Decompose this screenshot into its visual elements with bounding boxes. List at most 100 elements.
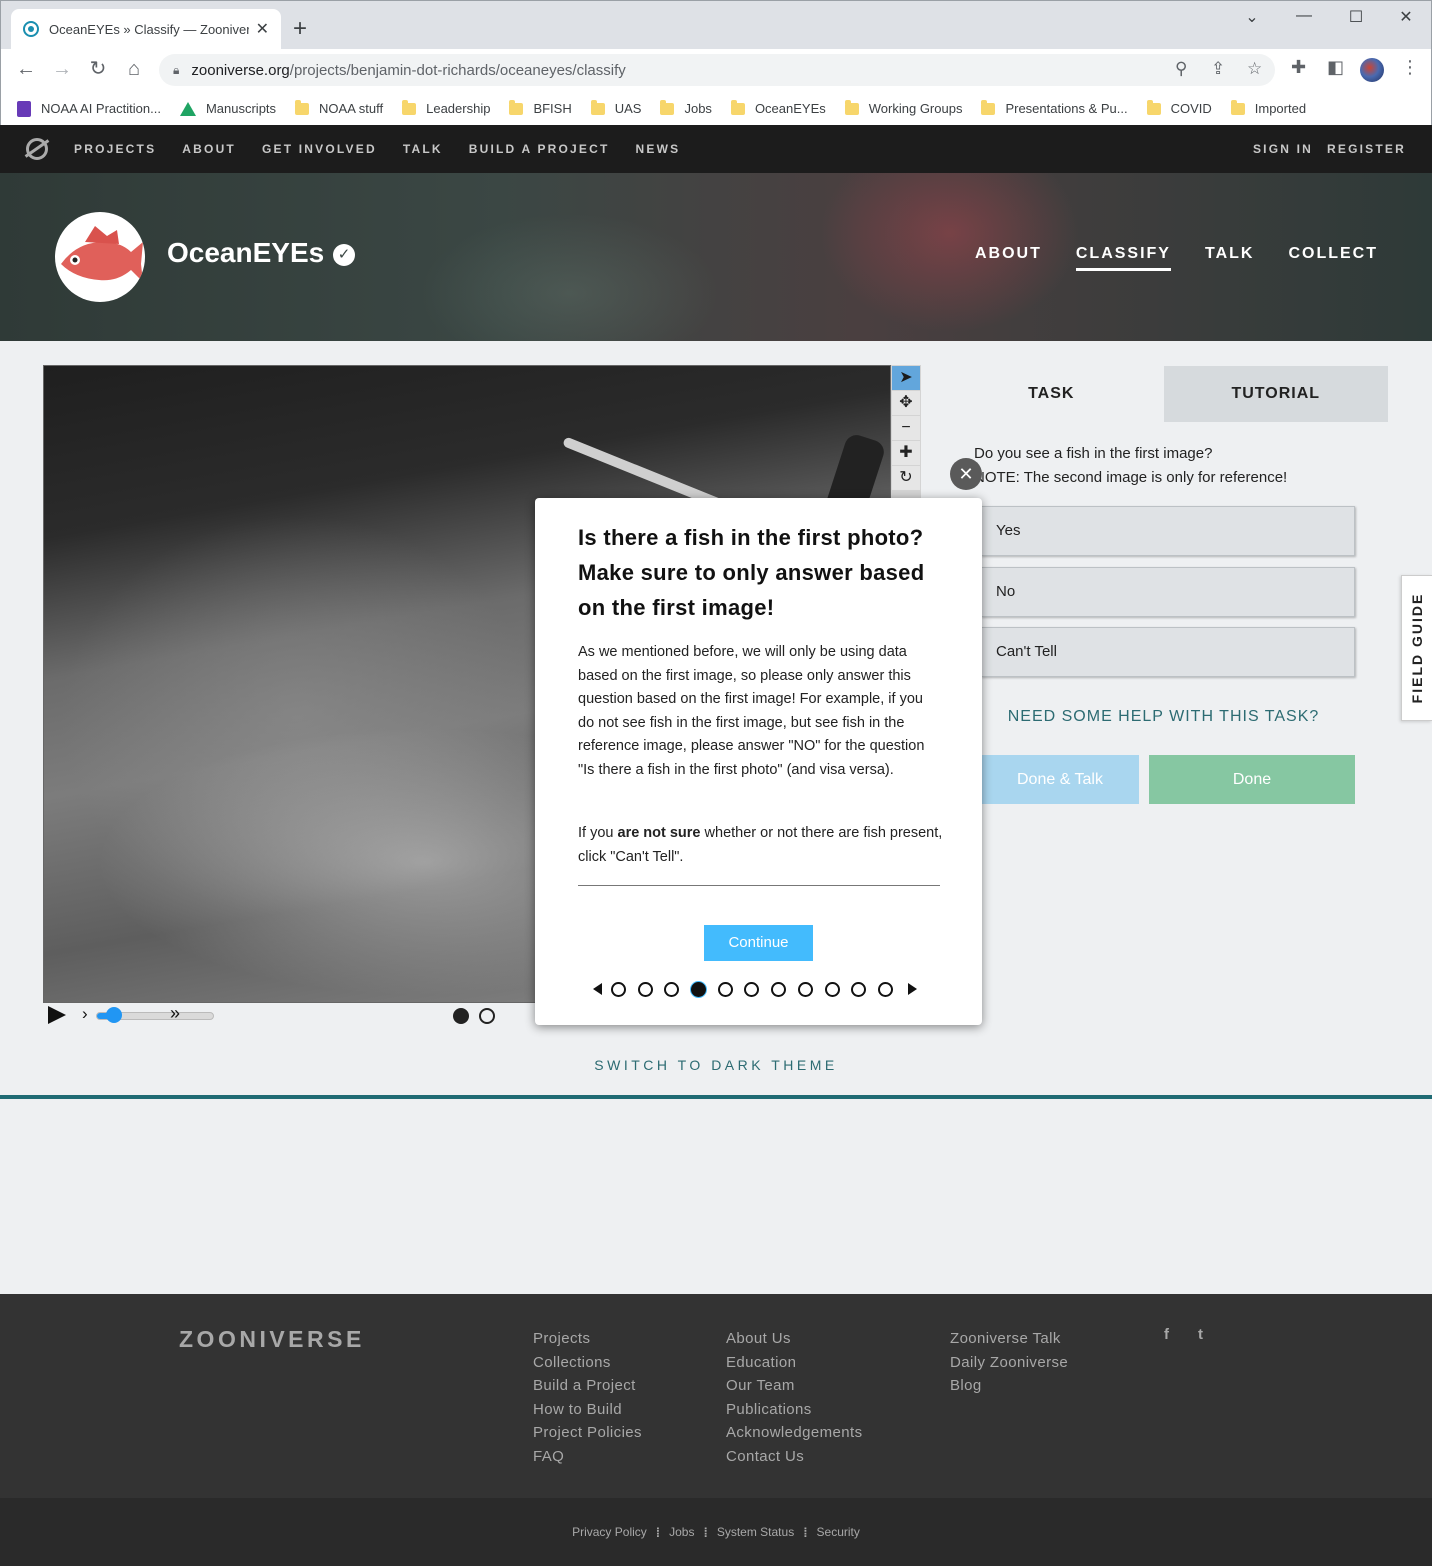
speed-slider-thumb[interactable]	[105, 1007, 122, 1023]
tab-close-icon[interactable]: ✕	[256, 19, 269, 39]
footer-link[interactable]: FAQ	[533, 1445, 642, 1469]
step-dot-8[interactable]	[797, 981, 813, 997]
footer-link[interactable]: Our Team	[726, 1374, 862, 1398]
bookmark-folder[interactable]: COVID	[1146, 99, 1212, 116]
extensions-puzzle-icon[interactable]: ✚	[1291, 57, 1306, 78]
frame-dot-2[interactable]	[479, 1008, 495, 1024]
project-nav-classify[interactable]: CLASSIFY	[1075, 245, 1171, 271]
bookmark-star-icon[interactable]: ☆	[1247, 59, 1262, 79]
security-link[interactable]: Security	[817, 1525, 860, 1539]
nav-projects[interactable]: PROJECTS	[74, 142, 156, 156]
bookmark-folder[interactable]: UAS	[590, 99, 641, 116]
footer-link[interactable]: Projects	[533, 1327, 642, 1351]
step-dot-6[interactable]	[744, 981, 760, 997]
browser-tab[interactable]: OceanEYEs » Classify — Zooniverse ✕	[11, 9, 281, 49]
step-dot-5[interactable]	[717, 981, 733, 997]
footer-logo[interactable]: ZOONIVERSE	[179, 1326, 365, 1353]
bookmark-folder[interactable]: Working Groups	[844, 99, 962, 116]
reload-icon[interactable]: ↻	[85, 57, 111, 81]
step-dot-10[interactable]	[851, 981, 867, 997]
bookmark-folder[interactable]: Presentations & Pu...	[981, 99, 1128, 116]
zoom-search-icon[interactable]: ⚲	[1175, 59, 1187, 79]
footer-link[interactable]: Project Policies	[533, 1421, 642, 1445]
step-dot-9[interactable]	[824, 981, 840, 997]
project-avatar[interactable]	[55, 212, 145, 302]
step-dot-7[interactable]	[771, 981, 787, 997]
answer-yes-button[interactable]: Yes	[981, 506, 1355, 556]
register-link[interactable]: REGISTER	[1327, 142, 1406, 156]
privacy-policy-link[interactable]: Privacy Policy	[572, 1525, 647, 1539]
footer-link[interactable]: Acknowledgements	[726, 1421, 862, 1445]
footer-link[interactable]: How to Build	[533, 1398, 642, 1422]
pan-tool-icon[interactable]: ✥	[892, 391, 920, 415]
home-icon[interactable]: ⌂	[121, 57, 147, 81]
jobs-link[interactable]: Jobs	[669, 1525, 694, 1539]
back-arrow-icon[interactable]: ←	[13, 57, 39, 81]
switch-dark-theme-link[interactable]: SWITCH TO DARK THEME	[0, 1057, 1432, 1073]
footer-link[interactable]: Contact Us	[726, 1445, 862, 1469]
slower-icon[interactable]: ›	[82, 1004, 88, 1024]
step-dot-11[interactable]	[877, 981, 893, 997]
bookmark-folder[interactable]: Jobs	[660, 99, 712, 116]
faster-icon[interactable]: »	[170, 1003, 180, 1024]
zoom-in-icon[interactable]: ✚	[892, 441, 920, 465]
rotate-icon[interactable]: ↻	[892, 466, 920, 490]
footer-link[interactable]: Collections	[533, 1351, 642, 1375]
answer-cant-tell-button[interactable]: Can't Tell	[981, 627, 1355, 677]
share-icon[interactable]: ⇪	[1211, 59, 1225, 79]
project-title[interactable]: OceanEYEs	[167, 237, 324, 269]
task-help-link[interactable]: NEED SOME HELP WITH THIS TASK?	[939, 708, 1388, 726]
bookmark-folder[interactable]: BFISH	[509, 99, 572, 116]
bookmark-folder[interactable]: Imported	[1230, 99, 1306, 116]
project-nav-collect[interactable]: COLLECT	[1288, 245, 1378, 271]
step-dot-3[interactable]	[664, 981, 680, 997]
next-step-icon[interactable]	[907, 983, 917, 995]
modal-close-button[interactable]: ✕	[950, 458, 982, 490]
facebook-icon[interactable]: f	[1164, 1326, 1169, 1343]
footer-link[interactable]: About Us	[726, 1327, 862, 1351]
address-bar[interactable]: 🔒︎ zooniverse.org/projects/benjamin-dot-…	[159, 54, 1275, 86]
system-status-link[interactable]: System Status	[717, 1525, 794, 1539]
project-nav-talk[interactable]: TALK	[1205, 245, 1254, 271]
new-tab-button[interactable]: +	[293, 15, 307, 43]
footer-link[interactable]: Daily Zooniverse	[950, 1351, 1068, 1375]
maximize-window-icon[interactable]: ☐	[1341, 7, 1371, 27]
footer-link[interactable]: Zooniverse Talk	[950, 1327, 1068, 1351]
zoom-out-icon[interactable]: −	[892, 416, 920, 440]
pointer-tool-icon[interactable]: ➤	[892, 366, 920, 390]
profile-avatar[interactable]	[1360, 58, 1384, 82]
bookmark-item[interactable]: Manuscripts	[179, 101, 276, 116]
bookmark-folder[interactable]: Leadership	[402, 99, 490, 116]
bookmark-item[interactable]: NOAA AI Practition...	[17, 100, 161, 117]
minimize-window-icon[interactable]: —	[1289, 7, 1319, 25]
twitter-icon[interactable]: t	[1198, 1326, 1203, 1343]
footer-link[interactable]: Blog	[950, 1374, 1068, 1398]
done-and-talk-button[interactable]: Done & Talk	[981, 755, 1139, 804]
previous-step-icon[interactable]	[593, 983, 602, 995]
project-nav-about[interactable]: ABOUT	[975, 245, 1042, 271]
continue-button[interactable]: Continue	[704, 925, 813, 961]
nav-talk[interactable]: TALK	[403, 142, 443, 156]
footer-link[interactable]: Education	[726, 1351, 862, 1375]
side-panel-icon[interactable]: ◧	[1327, 57, 1344, 78]
forward-arrow-icon[interactable]: →	[49, 57, 75, 81]
field-guide-tab[interactable]: FIELD GUIDE	[1401, 575, 1432, 721]
tab-search-chevron-icon[interactable]: ⌄	[1237, 7, 1267, 27]
browser-menu-icon[interactable]: ⋮	[1401, 57, 1419, 78]
close-window-icon[interactable]: ✕	[1391, 7, 1421, 27]
step-dot-4[interactable]	[691, 981, 707, 997]
nav-about[interactable]: ABOUT	[182, 142, 236, 156]
tab-tutorial[interactable]: TUTORIAL	[1163, 366, 1388, 422]
nav-news[interactable]: NEWS	[636, 142, 681, 156]
footer-link[interactable]: Publications	[726, 1398, 862, 1422]
answer-no-button[interactable]: No	[981, 567, 1355, 617]
bookmark-folder[interactable]: NOAA stuff	[295, 99, 383, 116]
nav-build-a-project[interactable]: BUILD A PROJECT	[469, 142, 610, 156]
frame-dot-1[interactable]	[453, 1008, 469, 1024]
footer-link[interactable]: Build a Project	[533, 1374, 642, 1398]
nav-get-involved[interactable]: GET INVOLVED	[262, 142, 377, 156]
done-button[interactable]: Done	[1149, 755, 1355, 804]
step-dot-2[interactable]	[637, 981, 653, 997]
sign-in-link[interactable]: SIGN IN	[1253, 142, 1313, 156]
step-dot-1[interactable]	[611, 981, 626, 997]
